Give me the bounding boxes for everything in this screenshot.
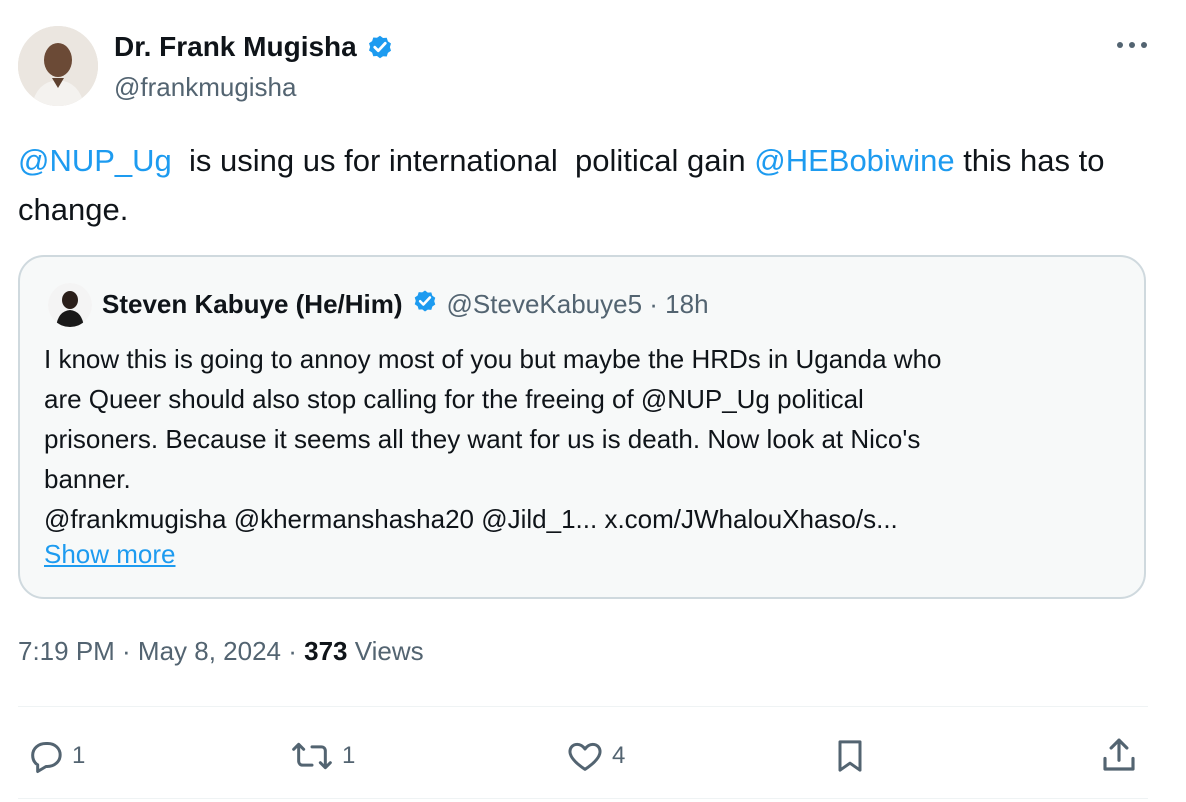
repost-count: 1 [342, 742, 356, 769]
repost-button[interactable]: 1 [288, 736, 355, 776]
mention-link[interactable]: @HEBobiwine [754, 143, 954, 178]
bookmark-icon [830, 734, 870, 778]
quoted-header: Steven Kabuye (He/Him) @SteveKabuye5 · 1… [102, 287, 709, 322]
quoted-text: I know this is going to annoy most of yo… [44, 339, 1124, 539]
author-name[interactable]: Dr. Frank Mugisha [114, 30, 357, 64]
quoted-tweet-card[interactable]: Steven Kabuye (He/Him) @SteveKabuye5 · 1… [18, 255, 1146, 599]
views-label: Views [347, 636, 424, 666]
share-button[interactable] [1098, 732, 1140, 778]
heart-icon [564, 736, 606, 776]
tweet-text: @NUP_Ug is using us for international po… [18, 136, 1138, 234]
quoted-text-line: prisoners. Because it seems all they wan… [44, 424, 921, 454]
quoted-author-avatar [48, 283, 92, 327]
bookmark-button[interactable] [830, 734, 870, 778]
reply-icon [26, 736, 66, 776]
quoted-author-name: Steven Kabuye (He/Him) [102, 289, 403, 319]
quoted-text-line: are Queer should also stop calling for t… [44, 384, 864, 414]
repost-icon [288, 736, 336, 776]
mention-link[interactable]: @NUP_Ug [18, 143, 172, 178]
verified-badge-icon [411, 287, 439, 322]
quoted-text-line: @frankmugisha @khermanshasha20 @Jild_1..… [44, 504, 898, 534]
author-avatar[interactable] [18, 26, 98, 106]
author-handle[interactable]: @frankmugisha [114, 72, 296, 103]
reply-button[interactable]: 1 [26, 736, 85, 776]
more-options-icon[interactable] [1112, 30, 1152, 60]
share-icon [1098, 732, 1140, 778]
tweet-meta: 7:19 PM · May 8, 2024 · 373 Views [18, 636, 424, 667]
like-count: 4 [612, 742, 626, 769]
views-count: 373 [304, 636, 348, 666]
author-name-row[interactable]: Dr. Frank Mugisha [114, 30, 395, 64]
quoted-handle-time: @SteveKabuye5 · 18h [446, 289, 709, 319]
like-button[interactable]: 4 [564, 736, 625, 776]
divider [18, 706, 1148, 707]
tweet-text-part: is using us for international political … [171, 143, 755, 178]
timestamp[interactable]: 7:19 PM · May 8, 2024 · [18, 636, 304, 666]
show-more-link[interactable]: Show more [44, 539, 176, 570]
divider [18, 798, 1148, 799]
action-bar: 1 1 4 [18, 728, 1148, 784]
verified-badge-icon [365, 32, 395, 62]
reply-count: 1 [72, 742, 86, 769]
quoted-text-line: I know this is going to annoy most of yo… [44, 344, 942, 374]
quoted-text-line: banner. [44, 464, 131, 494]
